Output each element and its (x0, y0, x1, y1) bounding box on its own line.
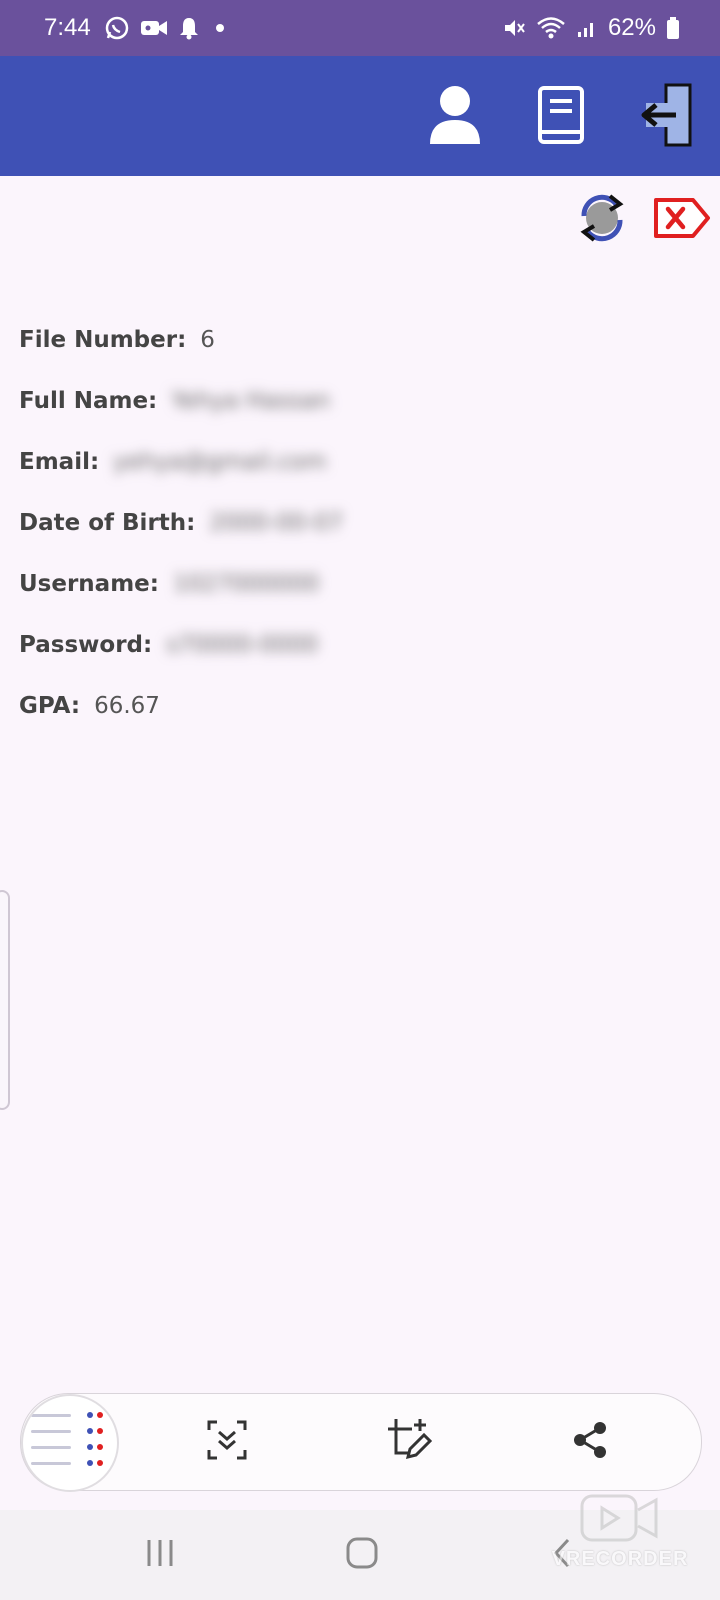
delete-icon (653, 196, 711, 244)
logout-icon (632, 83, 694, 151)
watermark-text: VRECORDER (551, 1548, 689, 1570)
refresh-icon (574, 190, 630, 250)
gpa-value: 66.67 (94, 693, 160, 719)
home-icon (345, 1536, 379, 1574)
full-name-value: Yehya Hassan (171, 388, 331, 414)
thumbnail-dot (87, 1460, 93, 1466)
username-value: 1027000000 (172, 571, 320, 597)
profile-icon (427, 84, 483, 150)
edge-panel-handle[interactable] (0, 890, 10, 1110)
dob-label: Date of Birth: (19, 510, 196, 536)
status-bar: 7:44 62% (0, 0, 720, 56)
thumbnail-dot (97, 1412, 103, 1418)
thumbnail-dot (97, 1428, 103, 1434)
password-row: Password: s70000-0000 (19, 615, 679, 676)
status-left-icons (104, 15, 230, 41)
password-label: Password: (19, 632, 153, 658)
status-time: 7:44 (44, 14, 91, 41)
refresh-button[interactable] (572, 190, 632, 250)
email-row: Email: yehya@gmail.com (19, 432, 679, 493)
recents-button[interactable] (135, 1530, 185, 1580)
thumbnail-row (31, 1446, 71, 1449)
thumbnail-row (31, 1430, 71, 1433)
signal-icon (576, 17, 598, 39)
video-recorder-icon (580, 1494, 658, 1542)
thumbnail-row (31, 1414, 71, 1417)
screenshot-thumbnail[interactable] (21, 1394, 119, 1492)
scroll-capture-button[interactable] (201, 1416, 253, 1468)
profile-button[interactable] (420, 82, 490, 152)
delete-button[interactable] (652, 190, 712, 250)
status-right: 62% (502, 14, 680, 42)
edit-crop-icon (386, 1417, 433, 1467)
share-button[interactable] (564, 1416, 616, 1468)
file-number-row: File Number: 6 (19, 310, 679, 371)
email-label: Email: (19, 449, 100, 475)
notification-bell-icon (178, 16, 200, 40)
book-icon (536, 85, 586, 149)
username-label: Username: (19, 571, 159, 597)
mute-icon (502, 16, 526, 40)
dot-icon (210, 18, 230, 38)
scroll-capture-icon (205, 1418, 249, 1466)
recents-icon (143, 1536, 177, 1574)
username-row: Username: 1027000000 (19, 554, 679, 615)
gpa-row: GPA: 66.67 (19, 676, 679, 737)
battery-icon (666, 16, 680, 40)
email-value: yehya@gmail.com (113, 449, 327, 475)
home-button[interactable] (337, 1530, 387, 1580)
battery-text: 62% (607, 14, 656, 41)
edit-button[interactable] (383, 1416, 435, 1468)
app-bar (0, 56, 720, 176)
student-details: File Number: 6 Full Name: Yehya Hassan E… (19, 310, 679, 737)
thumbnail-dot (97, 1460, 103, 1466)
watermark: VRECORDER (540, 1490, 700, 1590)
logout-button[interactable] (628, 82, 698, 152)
thumbnail-row (31, 1462, 71, 1465)
thumbnail-dot (97, 1444, 103, 1450)
thumbnail-dot (87, 1444, 93, 1450)
gpa-label: GPA: (19, 693, 81, 719)
dob-value: 2000-00-07 (209, 510, 344, 536)
thumbnail-dot (87, 1412, 93, 1418)
video-camera-icon (140, 17, 168, 39)
screenshot-toolbar (20, 1393, 702, 1492)
file-number-label: File Number: (19, 327, 187, 353)
thumbnail-dot (87, 1428, 93, 1434)
password-value: s70000-0000 (166, 632, 319, 658)
share-icon (570, 1420, 610, 1464)
courses-button[interactable] (526, 82, 596, 152)
file-number-value: 6 (200, 327, 215, 353)
whatsapp-icon (104, 15, 130, 41)
wifi-icon (536, 16, 566, 40)
full-name-row: Full Name: Yehya Hassan (19, 371, 679, 432)
dob-row: Date of Birth: 2000-00-07 (19, 493, 679, 554)
full-name-label: Full Name: (19, 388, 158, 414)
